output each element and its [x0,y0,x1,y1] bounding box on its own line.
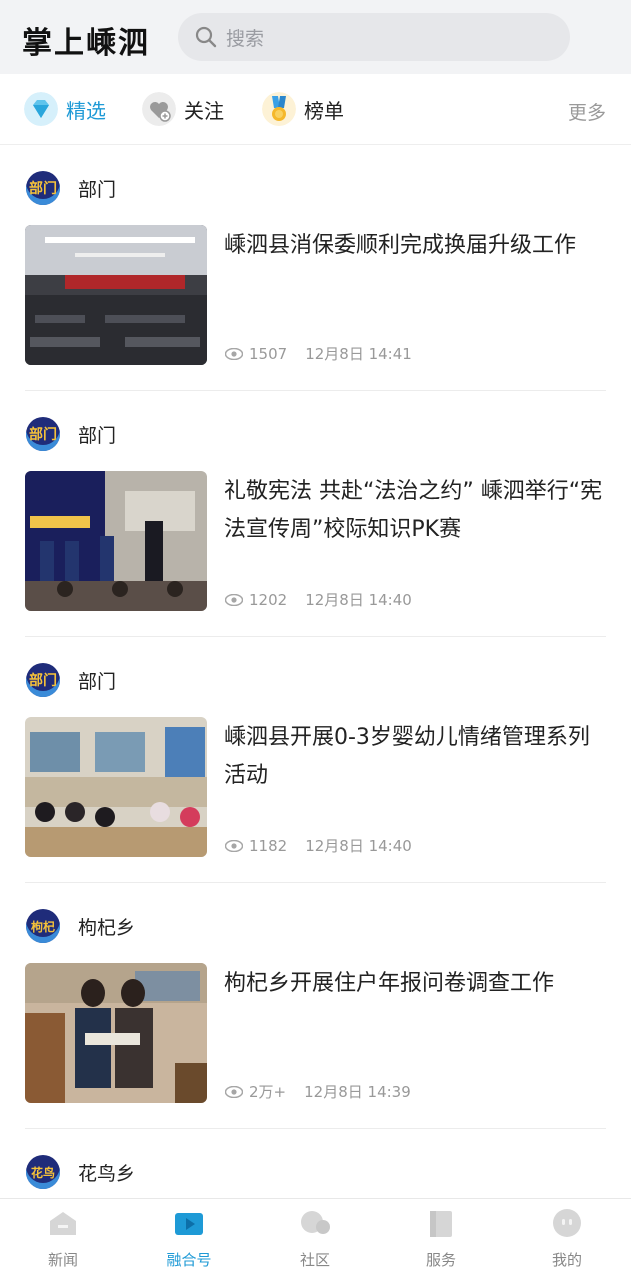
service-book-icon [430,1211,452,1237]
nav-media[interactable]: 融合号 [144,1207,234,1270]
more-tabs-link[interactable]: 更多 [568,98,606,125]
nav-mine[interactable]: 我的 [522,1207,612,1270]
publish-time: 12月8日 14:40 [305,591,412,609]
tab-ranking[interactable]: 榜单 [262,90,344,128]
feed-item[interactable]: 部门 部门 嵊泗县开展0-3岁婴幼儿情绪管理系列活动 1182 12月8日 14… [0,637,631,883]
eye-icon [225,593,243,606]
feed-item[interactable]: 枸杞 枸杞乡 枸杞乡开展住户年报问卷调查工作 2万+ 12月8日 14:39 [0,883,631,1129]
follow-heart-icon [142,92,176,126]
tab-featured[interactable]: 精选 [24,90,106,128]
view-count: 2万+ [249,1083,287,1101]
top-header: 掌上嵊泗 搜索 [0,0,631,74]
item-title: 嵊泗县消保委顺利完成换届升级工作 [224,233,577,258]
publish-time: 12月8日 14:39 [304,1083,411,1101]
item-source[interactable]: 部门 部门 [26,171,116,205]
source-avatar: 花鸟 [26,1155,60,1189]
news-home-icon [50,1212,76,1235]
item-thumbnail [25,225,207,365]
view-count: 1507 [249,344,288,363]
eye-icon [225,347,243,360]
diamond-icon [24,92,58,126]
item-meta: 2万+ 12月8日 14:39 [225,1081,411,1102]
nav-news-label: 新闻 [47,1251,78,1269]
item-title: 枸杞乡开展住户年报问卷调查工作 [224,971,555,996]
source-avatar: 部门 [26,417,60,451]
item-title: 礼敬宪法 共赴“法治之约” 嵊泗举行“宪法宣传周”校际知识PK赛 [224,479,603,542]
tab-ranking-label: 榜单 [304,98,344,123]
item-source[interactable]: 部门 部门 [26,417,116,451]
item-meta: 1182 12月8日 14:40 [225,835,412,856]
feed-item[interactable]: 部门 部门 礼敬宪法 共赴“法治之约” 嵊泗举行“宪法宣传周”校际知识PK赛 1… [0,391,631,637]
publish-time: 12月8日 14:41 [305,345,412,363]
channel-tabs: 精选 关注 榜单 更多 [0,74,631,145]
item-thumbnail [25,963,207,1103]
source-avatar: 部门 [26,663,60,697]
item-source[interactable]: 花鸟 花鸟乡 [26,1155,135,1189]
tab-featured-label: 精选 [66,98,106,123]
nav-media-label: 融合号 [166,1251,212,1269]
nav-service-label: 服务 [425,1251,456,1269]
nav-news[interactable]: 新闻 [18,1207,108,1270]
feed-item[interactable]: 花鸟 花鸟乡 [0,1129,631,1199]
profile-face-icon [553,1209,581,1237]
publish-time: 12月8日 14:40 [305,837,412,855]
search-placeholder: 搜索 [226,28,265,50]
view-count: 1182 [249,836,288,855]
nav-community[interactable]: 社区 [270,1207,360,1270]
source-name: 部门 [78,424,117,447]
item-source[interactable]: 枸杞 枸杞乡 [26,909,135,943]
community-bubble-icon [301,1211,330,1234]
nav-community-label: 社区 [299,1251,330,1269]
source-name: 枸杞乡 [78,916,136,939]
item-source[interactable]: 部门 部门 [26,663,116,697]
item-title: 嵊泗县开展0-3岁婴幼儿情绪管理系列活动 [224,725,590,788]
search-icon [195,26,217,48]
app-logo: 掌上嵊泗 [22,26,150,61]
bottom-navigation: 新闻 融合号 社区 服务 我的 [0,1198,631,1281]
item-meta: 1202 12月8日 14:40 [225,589,412,610]
source-name: 花鸟乡 [78,1162,136,1185]
item-thumbnail [25,471,207,611]
source-name: 部门 [78,670,117,693]
item-meta: 1507 12月8日 14:41 [225,343,412,364]
item-thumbnail [25,717,207,857]
source-name: 部门 [78,178,117,201]
source-avatar: 枸杞 [26,909,60,943]
view-count: 1202 [249,590,288,609]
tab-follow[interactable]: 关注 [142,90,224,128]
nav-service[interactable]: 服务 [396,1207,486,1270]
medal-icon [262,92,296,126]
search-bar[interactable]: 搜索 [178,13,570,61]
feed-item[interactable]: 部门 部门 嵊泗县消保委顺利完成换届升级工作 1507 12月8日 14:41 [0,145,631,391]
source-avatar: 部门 [26,171,60,205]
video-camera-icon [175,1213,203,1235]
eye-icon [225,1085,243,1098]
nav-mine-label: 我的 [551,1251,582,1269]
eye-icon [225,839,243,852]
tab-follow-label: 关注 [184,98,224,123]
